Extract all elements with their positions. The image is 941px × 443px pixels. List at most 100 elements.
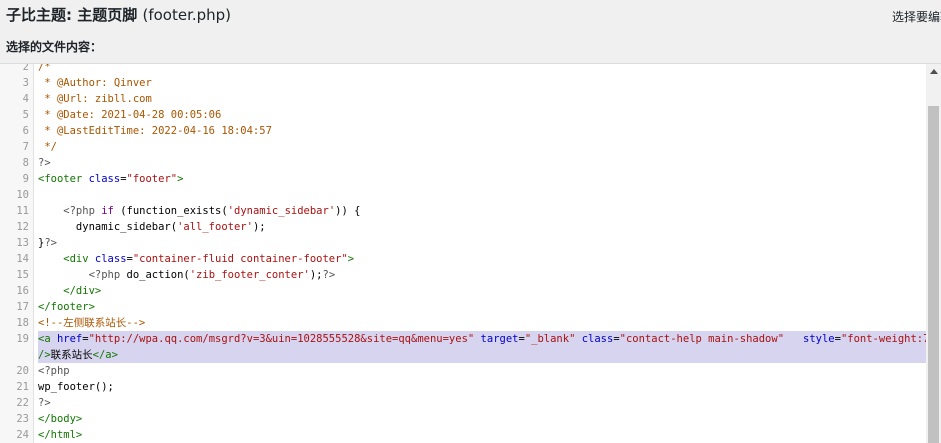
line-number: 20 <box>16 365 29 377</box>
code-token: if <box>101 205 114 217</box>
code-line[interactable]: 19 <a href="http://wpa.qq.com/msgrd?v=3&u… <box>0 331 926 347</box>
code-line[interactable]: 16 </div> <box>0 283 926 299</box>
line-number: 23 <box>16 413 29 425</box>
code-text[interactable]: <?php <box>38 363 926 379</box>
line-number: 22 <box>16 397 29 409</box>
code-line[interactable]: 8 ?> <box>0 155 926 171</box>
code-text[interactable]: />联系站长</a> <box>38 347 926 363</box>
code-token: */ <box>38 141 57 153</box>
line-number: 4 <box>22 93 29 105</box>
code-token: /* <box>38 63 51 73</box>
code-text[interactable]: */ <box>38 139 926 155</box>
code-line[interactable]: 18 <!--左侧联系站长--> <box>0 315 926 331</box>
code-token: 'dynamic_sidebar' <box>227 205 336 217</box>
code-token: </a> <box>92 349 118 361</box>
scroll-thumb[interactable] <box>928 106 939 443</box>
code-line[interactable]: 10 <box>0 187 926 203</box>
code-line[interactable]: 9 <footer class="footer"> <box>0 171 926 187</box>
line-number: 12 <box>16 221 29 233</box>
code-token: <?php <box>38 365 70 377</box>
code-token: "http://wpa.qq.com/msgrd?v=3&uin=1028555… <box>88 333 475 345</box>
code-text[interactable]: </html> <box>38 427 926 443</box>
code-text[interactable]: * @LastEditTime: 2022-04-16 18:04:57 <box>38 123 926 139</box>
code-text[interactable]: <a href="http://wpa.qq.com/msgrd?v=3&uin… <box>38 331 926 347</box>
code-token: <?php <box>38 269 127 281</box>
code-token: (function_exists( <box>113 205 228 217</box>
code-text[interactable]: <?php do_action('zib_footer_conter');?> <box>38 267 926 283</box>
line-number: 9 <box>22 173 29 185</box>
code-line[interactable]: 22 ?> <box>0 395 926 411</box>
code-token: <!--左侧联系站长--> <box>38 317 146 329</box>
line-number: 2 <box>22 63 29 73</box>
code-token: ?> <box>38 397 51 409</box>
code-text[interactable]: <?php if (function_exists('dynamic_sideb… <box>38 203 926 219</box>
code-token: 'zib_footer_conter' <box>189 269 310 281</box>
code-line[interactable]: 12 dynamic_sidebar('all_footer'); <box>0 219 926 235</box>
line-number: 10 <box>16 189 29 201</box>
code-text[interactable]: * @Url: zibll.com <box>38 91 926 107</box>
code-line[interactable]: 13}?> <box>0 235 926 251</box>
code-token: class <box>94 253 127 265</box>
code-token: href <box>56 333 83 345</box>
code-line[interactable]: 11 <?php if (function_exists('dynamic_si… <box>0 203 926 219</box>
code-line[interactable]: 23 </body> <box>0 411 926 427</box>
code-token: > <box>347 253 355 265</box>
code-token: wp_footer(); <box>38 381 114 393</box>
code-text[interactable]: <div class="container-fluid container-fo… <box>38 251 926 267</box>
code-line[interactable]: />联系站长</a> <box>0 347 926 363</box>
code-text[interactable]: dynamic_sidebar('all_footer'); <box>38 219 926 235</box>
code-token: do_action( <box>126 269 190 281</box>
code-text[interactable]: <footer class="footer"> <box>38 171 926 187</box>
code-line[interactable]: 15 <?php do_action('zib_footer_conter');… <box>0 267 926 283</box>
file-name: (footer.php) <box>142 6 232 24</box>
file-contents-label: 选择的文件内容： <box>6 40 103 54</box>
code-text[interactable]: * @Author: Qinver <box>38 75 926 91</box>
code-text[interactable]: /* <box>38 63 926 75</box>
code-token: "container-fluid container-footer" <box>132 253 348 265</box>
code-text[interactable]: wp_footer(); <box>38 379 926 395</box>
vertical-scrollbar[interactable] <box>926 64 941 443</box>
code-line[interactable]: 21 wp_footer(); <box>0 379 926 395</box>
code-text[interactable]: </body> <box>38 411 926 427</box>
code-text[interactable]: * @Date: 2021-04-28 00:05:06 <box>38 107 926 123</box>
code-lines[interactable]: 2/* 3 * @Author: Qinver 4 * @Url: zibll.co… <box>0 63 926 443</box>
code-line[interactable]: 7 */ <box>0 139 926 155</box>
code-line[interactable]: 6 * @LastEditTime: 2022-04-16 18:04:57 <box>0 123 926 139</box>
code-token: )) { <box>335 205 361 217</box>
code-token: ); <box>309 269 323 281</box>
code-token: dynamic_sidebar( <box>38 221 178 233</box>
line-number: 6 <box>22 125 29 137</box>
line-number: 16 <box>16 285 29 297</box>
code-line[interactable]: 3 * @Author: Qinver <box>0 75 926 91</box>
code-line[interactable]: 5 * @Date: 2021-04-28 00:05:06 <box>0 107 926 123</box>
code-text[interactable]: ?> <box>38 155 926 171</box>
code-text[interactable]: ?> <box>38 395 926 411</box>
code-token: 'all_footer' <box>177 221 253 233</box>
scroll-up-icon[interactable] <box>926 64 941 79</box>
select-file-label: 选择要编辑 <box>892 10 941 24</box>
code-token: * @Url: zibll.com <box>38 93 152 105</box>
code-token: class <box>88 173 121 185</box>
code-token: class <box>581 333 614 345</box>
code-token: ?> <box>322 269 336 281</box>
code-line[interactable]: 20 <?php <box>0 363 926 379</box>
code-text[interactable]: <!--左侧联系站长--> <box>38 315 926 331</box>
code-line[interactable]: 17 </footer> <box>0 299 926 315</box>
code-token: </html> <box>38 429 83 441</box>
code-text[interactable]: }?> <box>38 235 926 251</box>
code-token: "_blank" <box>524 333 576 345</box>
code-line[interactable]: 14 <div class="container-fluid container… <box>0 251 926 267</box>
code-line[interactable]: 4 * @Url: zibll.com <box>0 91 926 107</box>
line-number: 21 <box>16 381 29 393</box>
code-token: <a <box>38 333 57 345</box>
code-line[interactable]: 24 </html> <box>0 427 926 443</box>
code-text[interactable]: </footer> <box>38 299 926 315</box>
code-token: style <box>803 333 835 345</box>
code-editor[interactable]: 2/* 3 * @Author: Qinver 4 * @Url: zibll.co… <box>0 63 941 443</box>
code-line[interactable]: 2 /* <box>0 63 926 75</box>
code-token: "font-weight:700;" <box>840 333 926 345</box>
code-token: ?> <box>38 157 51 169</box>
code-token: <?php <box>38 205 102 217</box>
code-text[interactable]: </div> <box>38 283 926 299</box>
